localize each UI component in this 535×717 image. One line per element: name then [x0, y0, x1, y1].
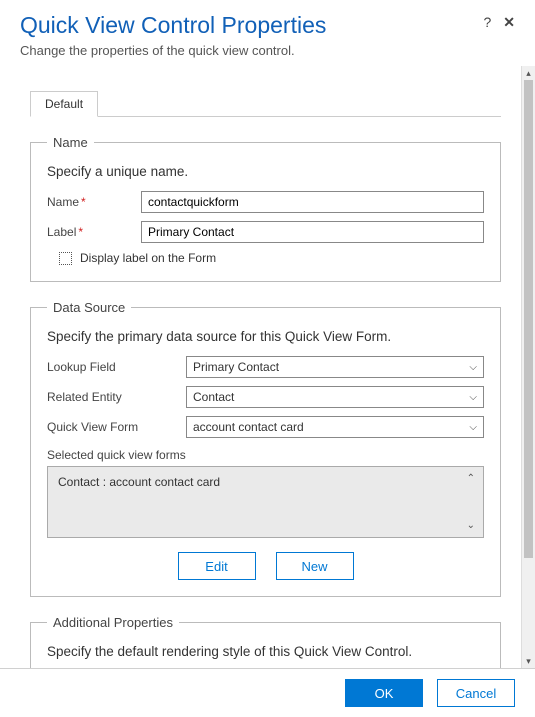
- related-entity-select[interactable]: Contact ⌵: [186, 386, 484, 408]
- dialog-header: Quick View Control Properties Change the…: [0, 0, 535, 66]
- name-input[interactable]: [141, 191, 484, 213]
- datasource-legend: Data Source: [47, 300, 131, 315]
- row-related-entity: Related Entity Contact ⌵: [47, 386, 484, 408]
- chevron-down-icon: ⌵: [469, 392, 477, 403]
- scrollbar-thumb[interactable]: [524, 80, 533, 558]
- dialog-footer: OK Cancel: [0, 668, 535, 717]
- dialog-root: Quick View Control Properties Change the…: [0, 0, 535, 717]
- dialog-subtitle: Change the properties of the quick view …: [20, 43, 515, 58]
- chevron-down-icon[interactable]: ⌄: [467, 520, 475, 531]
- quick-view-form-value: account contact card: [193, 420, 304, 434]
- tab-strip: Default: [30, 90, 501, 117]
- titlebar-icons: ? ✕: [483, 14, 515, 31]
- selected-forms-label: Selected quick view forms: [47, 448, 484, 462]
- chevron-down-icon: ⌵: [469, 362, 477, 373]
- display-label-row: Display label on the Form: [59, 251, 484, 265]
- related-entity-value: Contact: [193, 390, 234, 404]
- new-button[interactable]: New: [276, 552, 354, 580]
- label-label-text: Label: [47, 225, 76, 239]
- ok-button[interactable]: OK: [345, 679, 423, 707]
- lookup-field-select[interactable]: Primary Contact ⌵: [186, 356, 484, 378]
- lookup-field-value: Primary Contact: [193, 360, 279, 374]
- lookup-field-label: Lookup Field: [47, 360, 180, 374]
- help-icon[interactable]: ?: [483, 14, 491, 31]
- edit-button[interactable]: Edit: [178, 552, 256, 580]
- datasource-instruction: Specify the primary data source for this…: [47, 329, 484, 344]
- content-area: Default Name Specify a unique name. Name…: [0, 66, 521, 668]
- datasource-buttons: Edit New: [47, 552, 484, 580]
- datasource-fieldset: Data Source Specify the primary data sou…: [30, 300, 501, 597]
- cancel-button[interactable]: Cancel: [437, 679, 515, 707]
- chevron-down-icon: ⌵: [469, 422, 477, 433]
- name-instruction: Specify a unique name.: [47, 164, 484, 179]
- additional-instruction: Specify the default rendering style of t…: [47, 644, 484, 659]
- required-asterisk: *: [78, 225, 83, 239]
- label-label: Label*: [47, 225, 135, 239]
- quick-view-form-select[interactable]: account contact card ⌵: [186, 416, 484, 438]
- additional-legend: Additional Properties: [47, 615, 179, 630]
- dialog-title: Quick View Control Properties: [20, 12, 515, 39]
- row-label: Label*: [47, 221, 484, 243]
- row-lookup-field: Lookup Field Primary Contact ⌵: [47, 356, 484, 378]
- scroll-down-icon[interactable]: ▾: [522, 654, 535, 668]
- selected-forms-listbox[interactable]: Contact : account contact card ⌃ ⌄: [47, 466, 484, 538]
- chevron-up-icon[interactable]: ⌃: [467, 473, 475, 484]
- required-asterisk: *: [81, 195, 86, 209]
- vertical-scrollbar[interactable]: ▴ ▾: [521, 66, 535, 668]
- display-label-text: Display label on the Form: [80, 251, 216, 265]
- close-icon[interactable]: ✕: [503, 14, 515, 31]
- scroll-up-icon[interactable]: ▴: [522, 66, 535, 80]
- row-name: Name*: [47, 191, 484, 213]
- scroll-container: Default Name Specify a unique name. Name…: [0, 66, 535, 668]
- related-entity-label: Related Entity: [47, 390, 180, 404]
- selected-forms-item: Contact : account contact card: [58, 475, 220, 489]
- label-input[interactable]: [141, 221, 484, 243]
- display-label-checkbox[interactable]: [59, 252, 72, 265]
- quick-view-form-label: Quick View Form: [47, 420, 180, 434]
- name-label: Name*: [47, 195, 135, 209]
- name-legend: Name: [47, 135, 94, 150]
- row-quick-view-form: Quick View Form account contact card ⌵: [47, 416, 484, 438]
- name-label-text: Name: [47, 195, 79, 209]
- tab-default[interactable]: Default: [30, 91, 98, 117]
- additional-fieldset: Additional Properties Specify the defaul…: [30, 615, 501, 668]
- name-fieldset: Name Specify a unique name. Name* Label*…: [30, 135, 501, 282]
